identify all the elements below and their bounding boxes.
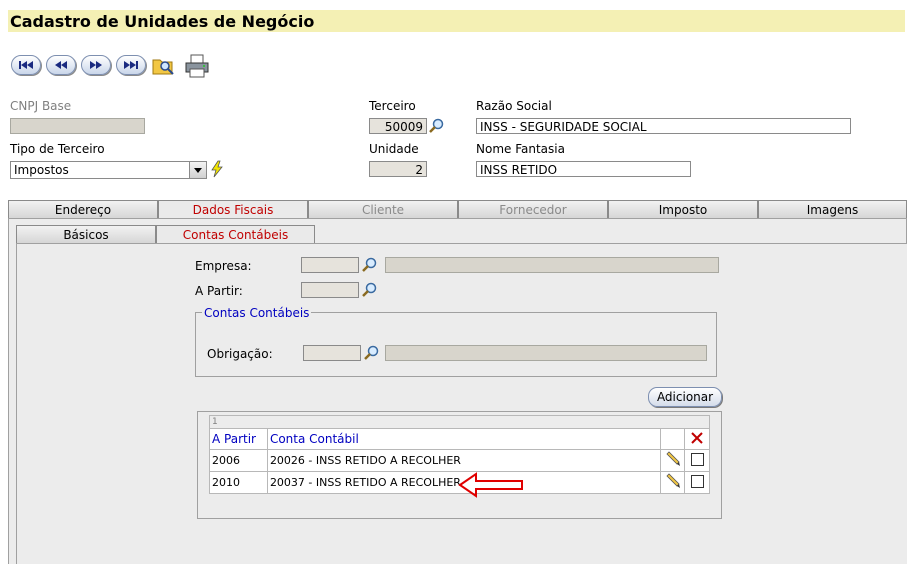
column-header-a-partir[interactable]: A Partir [209, 428, 268, 450]
obrigacao-description-field [385, 345, 707, 361]
cnpj-base-field[interactable] [10, 118, 145, 134]
tab-imposto[interactable]: Imposto [608, 200, 758, 218]
column-header-delete[interactable] [684, 428, 710, 450]
edit-cell[interactable] [660, 449, 685, 472]
chevron-down-icon[interactable] [189, 162, 206, 178]
select-cell[interactable] [684, 471, 710, 494]
unidade-field[interactable]: 2 [369, 161, 427, 177]
obrigacao-search-icon[interactable] [363, 345, 379, 361]
a-partir-search-icon[interactable] [361, 282, 377, 298]
empresa-label: Empresa: [195, 259, 252, 273]
unidade-label: Unidade [369, 142, 419, 156]
search-folder-icon [152, 59, 174, 75]
obrigacao-field[interactable] [303, 345, 361, 361]
empresa-description-field [385, 257, 719, 273]
terceiro-field[interactable]: 50009 [369, 118, 427, 134]
next-record-button[interactable] [81, 55, 111, 75]
subtab-basicos[interactable]: Básicos [16, 225, 156, 243]
terceiro-search-icon[interactable] [428, 118, 444, 134]
printer-icon [185, 54, 209, 78]
nome-fantasia-field[interactable]: INSS RETIDO [476, 161, 691, 177]
print-button[interactable] [184, 54, 210, 78]
column-header-edit [660, 428, 685, 450]
edit-cell[interactable] [660, 471, 685, 494]
row-conta: 20026 - INSS RETIDO A RECOLHER [266, 449, 662, 472]
pencil-icon[interactable] [665, 473, 681, 489]
title-bar: Cadastro de Unidades de Negócio [8, 10, 905, 32]
a-partir-label: A Partir: [195, 284, 243, 298]
table-header: A Partir Conta Contábil [209, 428, 710, 450]
tipo-terceiro-label: Tipo de Terceiro [10, 142, 105, 156]
terceiro-label: Terceiro [369, 99, 416, 113]
table-count: 1 [209, 415, 710, 429]
tipo-terceiro-value: Impostos [14, 163, 69, 177]
next-icon [90, 61, 102, 69]
row-a-partir: 2010 [209, 471, 268, 494]
first-icon [19, 61, 33, 69]
page-title: Cadastro de Unidades de Negócio [10, 12, 315, 31]
razao-social-field[interactable]: INSS - SEGURIDADE SOCIAL [476, 118, 851, 134]
tab-dados-fiscais[interactable]: Dados Fiscais [158, 200, 308, 218]
previous-icon [55, 61, 67, 69]
delete-x-icon[interactable] [691, 431, 703, 444]
cnpj-base-label: CNPJ Base [10, 99, 72, 113]
adicionar-button[interactable]: Adicionar [648, 387, 722, 407]
tab-imagens[interactable]: Imagens [758, 200, 907, 218]
pencil-icon[interactable] [665, 451, 681, 467]
table-row[interactable]: 2006 20026 - INSS RETIDO A RECOLHER [209, 449, 710, 472]
subtab-contas-contabeis[interactable]: Contas Contábeis [156, 225, 315, 243]
tab-endereco[interactable]: Endereço [8, 200, 158, 218]
tipo-terceiro-select[interactable]: Impostos [10, 161, 207, 179]
table-count-row: 1 [209, 415, 710, 429]
lightning-icon[interactable] [210, 160, 224, 178]
tab-cliente[interactable]: Cliente [308, 200, 458, 218]
tab-fornecedor[interactable]: Fornecedor [458, 200, 608, 218]
annotation-arrow-icon [458, 472, 523, 498]
row-a-partir: 2006 [209, 449, 268, 472]
last-record-button[interactable] [116, 55, 146, 75]
empresa-field[interactable] [301, 257, 359, 273]
empresa-search-icon[interactable] [361, 257, 377, 273]
column-header-conta-contabil[interactable]: Conta Contábil [266, 428, 662, 450]
select-cell[interactable] [684, 449, 710, 472]
contas-contabeis-group-label: Contas Contábeis [202, 306, 312, 320]
obrigacao-label: Obrigação: [207, 347, 273, 361]
previous-record-button[interactable] [46, 55, 76, 75]
nome-fantasia-label: Nome Fantasia [476, 142, 565, 156]
last-icon [124, 61, 138, 69]
row-checkbox[interactable] [690, 474, 704, 488]
row-checkbox[interactable] [690, 452, 704, 466]
search-folder-button[interactable] [152, 54, 176, 76]
razao-social-label: Razão Social [476, 99, 552, 113]
first-record-button[interactable] [11, 55, 41, 75]
a-partir-field[interactable] [301, 282, 359, 298]
